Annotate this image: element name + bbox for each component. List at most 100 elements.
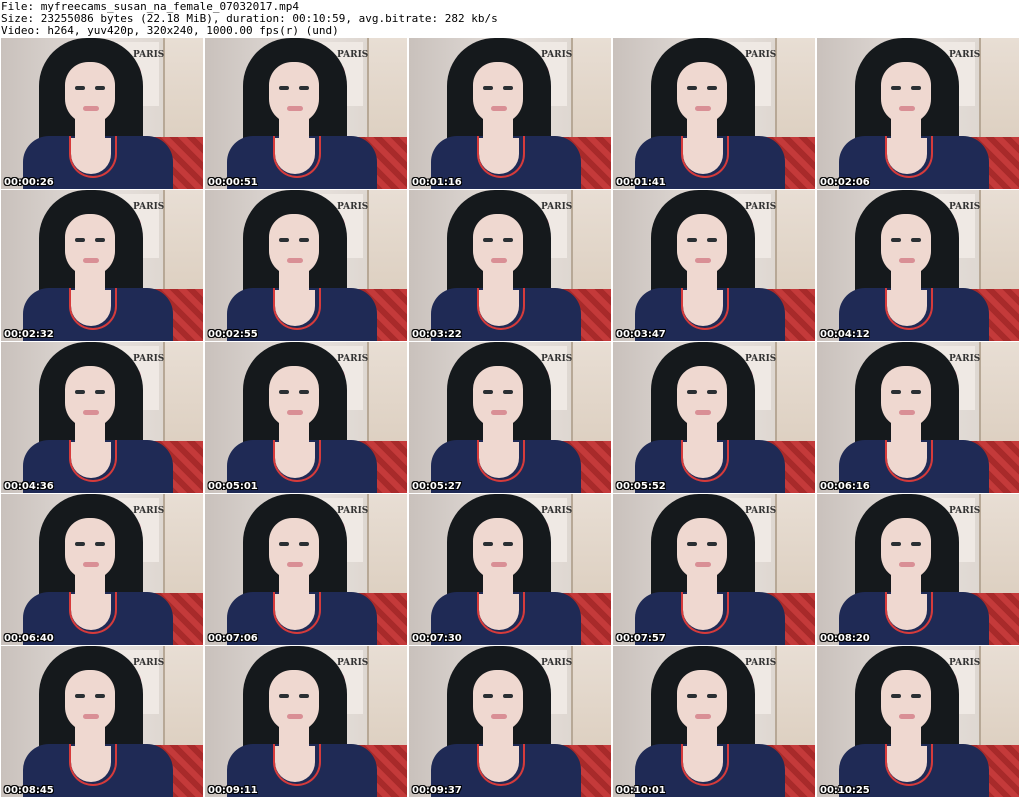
person-face <box>269 62 319 124</box>
poster-text: PARIS <box>133 50 165 60</box>
person-face <box>677 518 727 580</box>
left-eye <box>75 390 85 394</box>
lips <box>695 258 711 263</box>
lips <box>83 562 99 567</box>
timestamp-label: 00:04:12 <box>820 329 870 340</box>
lips <box>83 106 99 111</box>
timestamp-label: 00:03:22 <box>412 329 462 340</box>
video-thumbnail: PARIS 00:06:40 <box>1 494 203 645</box>
poster-text: PARIS <box>337 506 369 516</box>
person-face <box>269 366 319 428</box>
left-eye <box>483 238 493 242</box>
left-eye <box>687 86 697 90</box>
timestamp-label: 00:07:57 <box>616 633 666 644</box>
right-eye <box>95 86 105 90</box>
video-thumbnail: PARIS 00:03:47 <box>613 190 815 341</box>
lips <box>287 562 303 567</box>
poster-text: PARIS <box>337 50 369 60</box>
lips <box>899 410 915 415</box>
lips <box>491 714 507 719</box>
right-eye <box>95 390 105 394</box>
right-eye <box>95 542 105 546</box>
right-eye <box>707 694 717 698</box>
lips <box>695 562 711 567</box>
video-thumbnail: PARIS 00:00:26 <box>1 38 203 189</box>
lips <box>287 410 303 415</box>
timestamp-label: 00:10:01 <box>616 785 666 796</box>
right-eye <box>503 390 513 394</box>
left-eye <box>75 694 85 698</box>
poster-text: PARIS <box>541 658 573 668</box>
person-face <box>269 670 319 732</box>
timestamp-label: 00:02:32 <box>4 329 54 340</box>
timestamp-label: 00:08:20 <box>820 633 870 644</box>
video-thumbnail: PARIS 00:08:20 <box>817 494 1019 645</box>
lips <box>287 258 303 263</box>
right-eye <box>299 542 309 546</box>
left-eye <box>483 542 493 546</box>
right-eye <box>299 238 309 242</box>
person-face <box>65 214 115 276</box>
poster-text: PARIS <box>337 658 369 668</box>
poster-text: PARIS <box>745 506 777 516</box>
video-thumbnail: PARIS 00:07:06 <box>205 494 407 645</box>
timestamp-label: 00:09:37 <box>412 785 462 796</box>
poster-text: PARIS <box>541 354 573 364</box>
poster-text: PARIS <box>133 658 165 668</box>
right-eye <box>299 86 309 90</box>
person-face <box>881 214 931 276</box>
video-thumbnail: PARIS 00:05:52 <box>613 342 815 493</box>
timestamp-label: 00:05:52 <box>616 481 666 492</box>
person-face <box>65 366 115 428</box>
poster-text: PARIS <box>745 354 777 364</box>
right-eye <box>503 542 513 546</box>
person-face <box>473 670 523 732</box>
poster-text: PARIS <box>745 202 777 212</box>
left-eye <box>483 86 493 90</box>
left-eye <box>279 238 289 242</box>
lips <box>491 562 507 567</box>
person-face <box>473 62 523 124</box>
person-face <box>65 518 115 580</box>
video-thumbnail: PARIS 00:10:01 <box>613 646 815 797</box>
video-thumbnail: PARIS 00:10:25 <box>817 646 1019 797</box>
left-eye <box>279 542 289 546</box>
right-eye <box>911 694 921 698</box>
lips <box>695 106 711 111</box>
timestamp-label: 00:07:06 <box>208 633 258 644</box>
right-eye <box>503 86 513 90</box>
right-eye <box>503 694 513 698</box>
timestamp-label: 00:01:41 <box>616 177 666 188</box>
lips <box>83 714 99 719</box>
video-thumbnail: PARIS 00:00:51 <box>205 38 407 189</box>
left-eye <box>687 390 697 394</box>
person-face <box>473 214 523 276</box>
right-eye <box>95 238 105 242</box>
right-eye <box>707 390 717 394</box>
poster-text: PARIS <box>541 506 573 516</box>
timestamp-label: 00:09:11 <box>208 785 258 796</box>
left-eye <box>75 238 85 242</box>
timestamp-label: 00:08:45 <box>4 785 54 796</box>
left-eye <box>483 390 493 394</box>
left-eye <box>891 694 901 698</box>
left-eye <box>483 694 493 698</box>
video-thumbnail: PARIS 00:07:57 <box>613 494 815 645</box>
video-thumbnail: PARIS 00:02:32 <box>1 190 203 341</box>
person-face <box>269 214 319 276</box>
right-eye <box>707 238 717 242</box>
person-face <box>881 62 931 124</box>
left-eye <box>891 86 901 90</box>
person-face <box>677 62 727 124</box>
video-thumbnail: PARIS 00:09:11 <box>205 646 407 797</box>
video-thumbnail: PARIS 00:05:27 <box>409 342 611 493</box>
left-eye <box>279 694 289 698</box>
video-thumbnail: PARIS 00:08:45 <box>1 646 203 797</box>
poster-text: PARIS <box>337 354 369 364</box>
person-face <box>65 62 115 124</box>
right-eye <box>299 694 309 698</box>
timestamp-label: 00:02:55 <box>208 329 258 340</box>
lips <box>695 714 711 719</box>
poster-text: PARIS <box>337 202 369 212</box>
video-thumbnail: PARIS 00:04:12 <box>817 190 1019 341</box>
